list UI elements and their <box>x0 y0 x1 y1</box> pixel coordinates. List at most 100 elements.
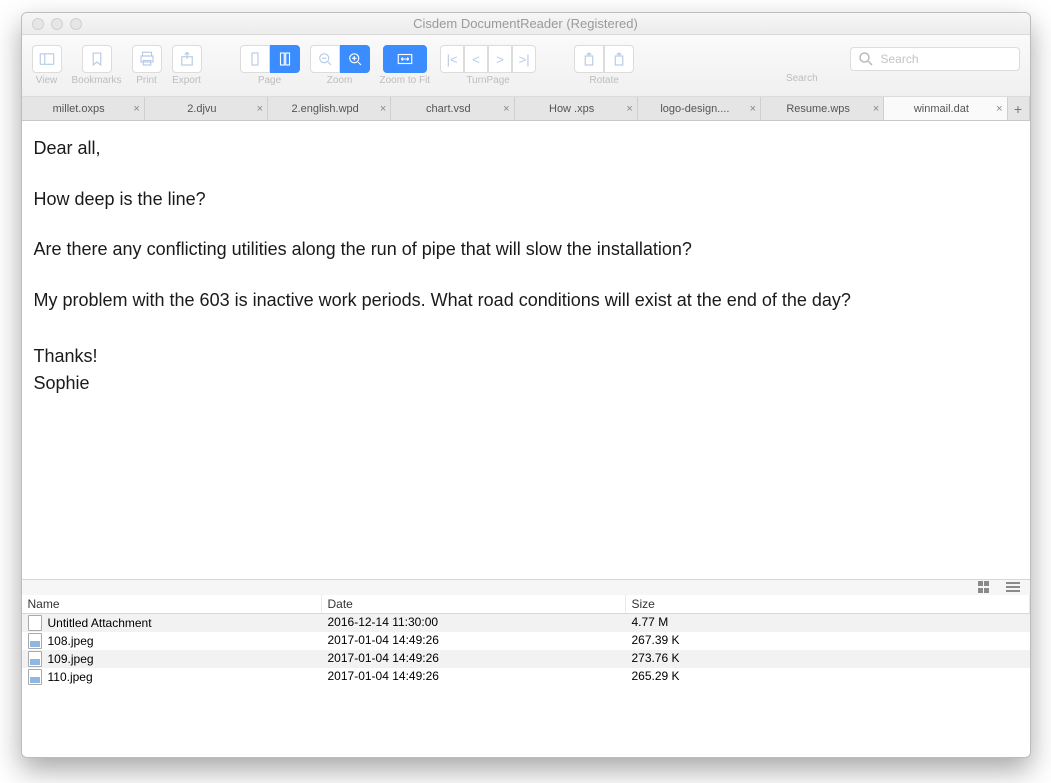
bookmarks-label: Bookmarks <box>72 75 122 86</box>
file-icon <box>28 615 42 631</box>
close-tab-icon[interactable]: × <box>133 103 139 115</box>
column-header-size[interactable]: Size <box>626 595 1030 613</box>
tab[interactable]: millet.oxps × <box>22 97 145 120</box>
chevron-left-icon: < <box>472 52 480 67</box>
zoom-to-fit-button[interactable] <box>383 45 427 73</box>
image-file-icon <box>28 651 42 667</box>
print-icon <box>138 50 156 68</box>
close-tab-icon[interactable]: × <box>257 103 263 115</box>
zoom-label: Zoom <box>327 75 353 86</box>
continuous-page-icon <box>276 50 294 68</box>
rotate-right-icon <box>610 50 628 68</box>
search-input[interactable]: Search <box>850 47 1020 71</box>
tab-label: 2.english.wpd <box>291 103 358 115</box>
body-line: Thanks! <box>34 345 1018 368</box>
attachment-date: 2017-01-04 14:49:26 <box>322 651 626 667</box>
close-tab-icon[interactable]: × <box>873 103 879 115</box>
zoom-in-icon <box>346 50 364 68</box>
body-line: Sophie <box>34 372 1018 395</box>
last-page-icon: >| <box>519 52 530 67</box>
document-content: Dear all, How deep is the line? Are ther… <box>22 121 1030 579</box>
attachment-row[interactable]: 108.jpeg 2017-01-04 14:49:26267.39 K <box>22 632 1030 650</box>
attachment-size: 273.76 K <box>626 651 1030 667</box>
tab-label: winmail.dat <box>914 103 969 115</box>
rotate-left-button[interactable] <box>574 45 604 73</box>
body-line: How deep is the line? <box>34 188 1018 211</box>
titlebar: Cisdem DocumentReader (Registered) <box>22 13 1030 35</box>
body-line: My problem with the 603 is inactive work… <box>34 289 1018 312</box>
sidebar-icon <box>38 50 56 68</box>
bookmark-icon <box>88 50 106 68</box>
attachments-header <box>22 579 1030 595</box>
next-page-button[interactable]: > <box>488 45 512 73</box>
column-header-name[interactable]: Name <box>22 595 322 613</box>
attachments-table: Name Date Size Untitled Attachment2016-1… <box>22 595 1030 686</box>
attachment-size: 267.39 K <box>626 633 1030 649</box>
tab[interactable]: How .xps × <box>515 97 638 120</box>
list-view-icon[interactable] <box>1006 582 1020 594</box>
tab-label: chart.vsd <box>426 103 471 115</box>
attachments-empty-area <box>22 686 1030 757</box>
tab[interactable]: 2.djvu × <box>145 97 268 120</box>
tab-label: Resume.wps <box>786 103 850 115</box>
view-button[interactable] <box>32 45 62 73</box>
attachment-date: 2017-01-04 14:49:26 <box>322 633 626 649</box>
zoom-out-icon <box>316 50 334 68</box>
turnpage-label: TurnPage <box>466 75 510 86</box>
tab[interactable]: 2.english.wpd × <box>268 97 391 120</box>
body-line: Are there any conflicting utilities alon… <box>34 238 1018 261</box>
new-tab-button[interactable]: + <box>1008 97 1030 120</box>
attachment-row[interactable]: 109.jpeg 2017-01-04 14:49:26273.76 K <box>22 650 1030 668</box>
body-line: Dear all, <box>34 137 1018 160</box>
attachment-size: 265.29 K <box>626 669 1030 685</box>
page-single-button[interactable] <box>240 45 270 73</box>
zoom-out-button[interactable] <box>310 45 340 73</box>
toolbar: View Bookmarks Print Ex <box>22 35 1030 97</box>
page-continuous-button[interactable] <box>270 45 300 73</box>
fit-icon <box>396 50 414 68</box>
search-placeholder: Search <box>881 52 919 66</box>
last-page-button[interactable]: >| <box>512 45 536 73</box>
zoom-in-button[interactable] <box>340 45 370 73</box>
app-window: Cisdem DocumentReader (Registered) View … <box>21 12 1031 758</box>
tab-label: 2.djvu <box>187 103 216 115</box>
rotate-label: Rotate <box>589 75 618 86</box>
attachment-name: 110.jpeg <box>48 670 93 684</box>
search-label: Search <box>786 73 818 84</box>
attachment-name: 108.jpeg <box>48 634 94 648</box>
attachments-panel: Name Date Size Untitled Attachment2016-1… <box>22 579 1030 757</box>
print-button[interactable] <box>132 45 162 73</box>
close-tab-icon[interactable]: × <box>626 103 632 115</box>
close-tab-icon[interactable]: × <box>503 103 509 115</box>
attachment-date: 2017-01-04 14:49:26 <box>322 669 626 685</box>
search-icon <box>857 50 875 68</box>
print-label: Print <box>136 75 157 86</box>
attachment-name: 109.jpeg <box>48 652 94 666</box>
close-tab-icon[interactable]: × <box>380 103 386 115</box>
attachment-row[interactable]: Untitled Attachment2016-12-14 11:30:004.… <box>22 614 1030 632</box>
export-button[interactable] <box>172 45 202 73</box>
first-page-button[interactable]: |< <box>440 45 464 73</box>
attachment-row[interactable]: 110.jpeg 2017-01-04 14:49:26265.29 K <box>22 668 1030 686</box>
tab[interactable]: Resume.wps × <box>761 97 884 120</box>
first-page-icon: |< <box>447 52 458 67</box>
tab-label: How .xps <box>549 103 594 115</box>
rotate-left-icon <box>580 50 598 68</box>
column-header-date[interactable]: Date <box>322 595 626 613</box>
grid-view-icon[interactable] <box>978 581 992 595</box>
close-tab-icon[interactable]: × <box>996 103 1002 115</box>
attachment-name: Untitled Attachment <box>48 616 152 630</box>
tab[interactable]: logo-design....× <box>638 97 761 120</box>
image-file-icon <box>28 633 42 649</box>
bookmarks-button[interactable] <box>82 45 112 73</box>
export-label: Export <box>172 75 201 86</box>
window-title: Cisdem DocumentReader (Registered) <box>22 16 1030 31</box>
rotate-right-button[interactable] <box>604 45 634 73</box>
view-label: View <box>36 75 58 86</box>
prev-page-button[interactable]: < <box>464 45 488 73</box>
close-tab-icon[interactable]: × <box>750 103 756 115</box>
tab[interactable]: chart.vsd × <box>391 97 514 120</box>
tab-label: millet.oxps <box>53 103 105 115</box>
tab[interactable]: winmail.dat × <box>884 97 1007 120</box>
chevron-right-icon: > <box>496 52 504 67</box>
